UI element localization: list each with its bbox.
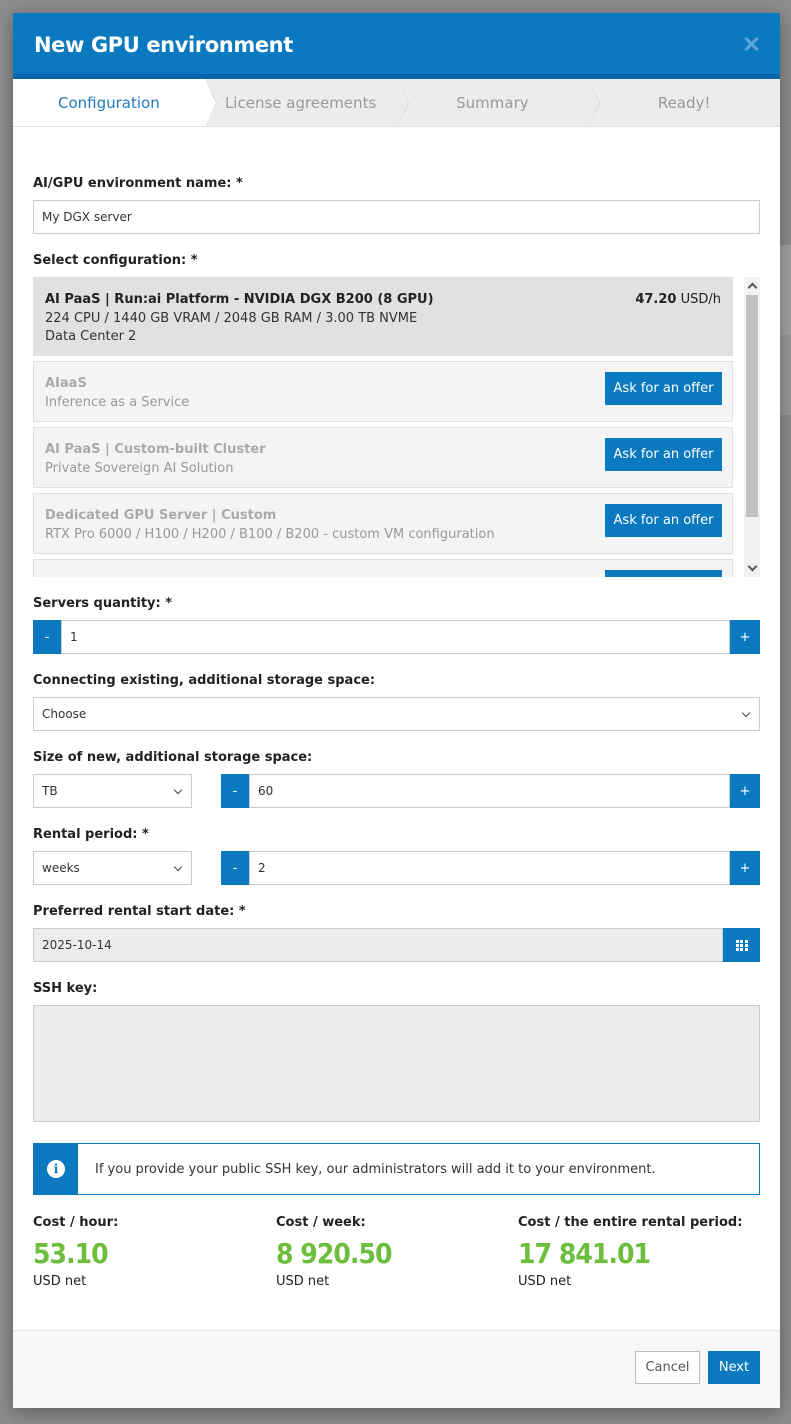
new-storage-minus-button[interactable]: - <box>221 774 249 808</box>
step-summary[interactable]: Summary <box>397 79 601 127</box>
cost-hour-unit: USD net <box>33 1274 87 1289</box>
servers-quantity-label: Servers quantity: * <box>33 596 173 611</box>
scroll-up-icon[interactable] <box>747 281 758 293</box>
step-license-agreements[interactable]: License agreements <box>205 79 409 127</box>
cost-week-value: 8 920.50 <box>276 1237 392 1270</box>
config-title: AIaaS <box>45 376 87 391</box>
scrollbar-thumb[interactable] <box>746 295 758 517</box>
cancel-button[interactable]: Cancel <box>635 1351 700 1384</box>
config-option-partial[interactable] <box>33 559 733 577</box>
config-title: Dedicated GPU Server | Custom <box>45 508 277 523</box>
step-ready[interactable]: Ready! <box>588 79 780 126</box>
next-button[interactable]: Next <box>708 1351 760 1384</box>
info-text: If you provide your public SSH key, our … <box>95 1161 656 1177</box>
servers-quantity-minus-button[interactable]: - <box>33 620 61 654</box>
ssh-key-label: SSH key: <box>33 981 98 996</box>
new-storage-label: Size of new, additional storage space: <box>33 750 313 765</box>
config-option-aiaas[interactable]: AIaaS Inference as a Service Ask for an … <box>33 361 733 422</box>
config-subtitle: Inference as a Service <box>45 395 190 410</box>
new-gpu-environment-modal: New GPU environment Configuration Licens… <box>13 13 780 1408</box>
step-label: Configuration <box>58 93 160 112</box>
servers-quantity-plus-button[interactable]: + <box>730 620 760 654</box>
price-value: 47.20 <box>635 292 677 307</box>
chevron-down-icon <box>173 785 183 795</box>
config-option-dgx-b200[interactable]: AI PaaS | Run:ai Platform - NVIDIA DGX B… <box>33 277 733 356</box>
price-unit: USD/h <box>680 292 721 307</box>
start-date-label: Preferred rental start date: * <box>33 904 246 919</box>
config-title: AI PaaS | Run:ai Platform - NVIDIA DGX B… <box>45 292 434 307</box>
ssh-info-alert: i If you provide your public SSH key, ou… <box>33 1143 760 1195</box>
scroll-down-icon[interactable] <box>747 561 758 573</box>
new-storage-plus-button[interactable]: + <box>730 774 760 808</box>
info-icon-container: i <box>34 1144 78 1194</box>
new-storage-size-input[interactable]: 60 <box>249 774 730 808</box>
start-date-input[interactable]: 2025-10-14 <box>33 928 723 962</box>
background-panel <box>779 245 791 335</box>
cost-hour-value: 53.10 <box>33 1237 109 1270</box>
cost-total-unit: USD net <box>518 1274 572 1289</box>
env-name-input[interactable]: My DGX server <box>33 200 760 234</box>
config-location: Data Center 2 <box>45 329 137 344</box>
config-title: AI PaaS | Custom-built Cluster <box>45 442 266 457</box>
cost-hour-label: Cost / hour: <box>33 1215 119 1230</box>
ask-for-offer-button[interactable] <box>605 570 722 577</box>
config-price: 47.20 USD/h <box>635 292 721 307</box>
cost-week-unit: USD net <box>276 1274 330 1289</box>
cost-week-label: Cost / week: <box>276 1215 366 1230</box>
existing-storage-label: Connecting existing, additional storage … <box>33 673 376 688</box>
modal-header: New GPU environment <box>13 13 780 79</box>
new-storage-unit-select[interactable]: TB <box>33 774 192 808</box>
background-panel <box>779 335 791 415</box>
rental-period-input[interactable]: 2 <box>249 851 730 885</box>
modal-footer: Cancel Next <box>13 1330 780 1408</box>
ask-for-offer-button[interactable]: Ask for an offer <box>605 372 722 405</box>
wizard-steps: Configuration License agreements Summary… <box>13 79 780 127</box>
rental-period-minus-button[interactable]: - <box>221 851 249 885</box>
modal-title: New GPU environment <box>34 33 293 57</box>
rental-period-unit-value: weeks <box>42 861 80 875</box>
step-label: License agreements <box>224 93 377 112</box>
ask-for-offer-button[interactable]: Ask for an offer <box>605 504 722 537</box>
step-label: Summary <box>456 93 529 112</box>
ask-for-offer-button[interactable]: Ask for an offer <box>605 438 722 471</box>
step-configuration[interactable]: Configuration <box>13 79 217 127</box>
config-subtitle: RTX Pro 6000 / H100 / H200 / B100 / B200… <box>45 527 495 542</box>
config-subtitle: Private Sovereign AI Solution <box>45 461 234 476</box>
configuration-list: AI PaaS | Run:ai Platform - NVIDIA DGX B… <box>33 277 760 577</box>
cost-total-label: Cost / the entire rental period: <box>518 1215 743 1230</box>
existing-storage-value: Choose <box>42 707 87 721</box>
rental-period-label: Rental period: * <box>33 827 149 842</box>
config-option-dedicated-gpu[interactable]: Dedicated GPU Server | Custom RTX Pro 60… <box>33 493 733 554</box>
chevron-down-icon <box>741 708 751 718</box>
info-icon: i <box>47 1160 65 1178</box>
existing-storage-select[interactable]: Choose <box>33 697 760 731</box>
ssh-key-textarea[interactable] <box>33 1005 760 1122</box>
cost-total-value: 17 841.01 <box>518 1237 651 1270</box>
new-storage-unit-value: TB <box>42 784 58 798</box>
calendar-icon[interactable] <box>723 928 760 962</box>
config-option-custom-cluster[interactable]: AI PaaS | Custom-built Cluster Private S… <box>33 427 733 488</box>
rental-period-unit-select[interactable]: weeks <box>33 851 192 885</box>
close-icon[interactable] <box>742 35 760 53</box>
env-name-label: AI/GPU environment name: * <box>33 176 243 191</box>
config-list-scrollbar[interactable] <box>744 277 760 577</box>
servers-quantity-input[interactable]: 1 <box>61 620 730 654</box>
rental-period-plus-button[interactable]: + <box>730 851 760 885</box>
select-configuration-label: Select configuration: * <box>33 253 198 268</box>
config-specs: 224 CPU / 1440 GB VRAM / 2048 GB RAM / 3… <box>45 311 418 326</box>
step-label: Ready! <box>657 93 711 112</box>
chevron-down-icon <box>173 862 183 872</box>
